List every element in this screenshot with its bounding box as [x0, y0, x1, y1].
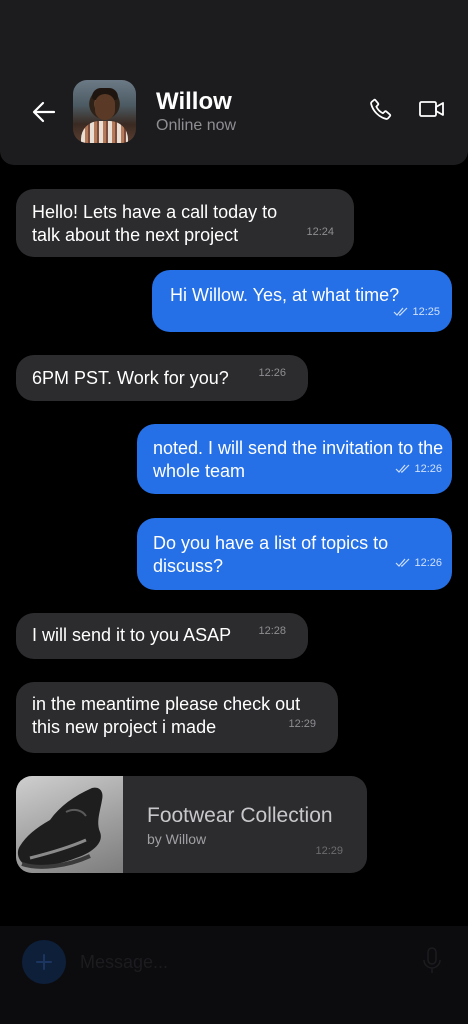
contact-status: Online now — [156, 117, 237, 134]
chat-header: Willow Online now — [0, 0, 468, 165]
card-title: Footwear Collection — [147, 804, 333, 827]
phone-icon[interactable] — [368, 96, 394, 122]
message-time: 12:24 — [306, 226, 334, 238]
double-check-icon — [394, 307, 408, 316]
message-time: 12:26 — [395, 552, 442, 575]
message-bubble-outgoing[interactable]: Hi Willow. Yes, at what time? 12:25 — [152, 270, 452, 332]
message-time: 12:26 — [258, 367, 286, 379]
message-text: 6PM PST. Work for you? — [32, 368, 229, 388]
message-time: 12:26 — [395, 458, 442, 481]
microphone-icon[interactable] — [420, 944, 444, 976]
message-bubble-incoming[interactable]: Hello! Lets have a call today to talk ab… — [16, 189, 354, 257]
message-time: 12:29 — [288, 718, 316, 730]
message-time: 12:28 — [258, 625, 286, 637]
message-bubble-outgoing[interactable]: Do you have a list of topics to discuss?… — [137, 518, 452, 590]
double-check-icon — [396, 464, 410, 473]
sneaker-image — [16, 776, 123, 873]
message-bubble-incoming[interactable]: 6PM PST. Work for you? 12:26 — [16, 355, 308, 401]
project-attachment-card[interactable]: Footwear Collection by Willow 12:29 — [16, 776, 367, 873]
message-text: Hello! Lets have a call today to talk ab… — [32, 202, 278, 245]
avatar[interactable] — [73, 80, 136, 143]
message-bubble-incoming[interactable]: I will send it to you ASAP 12:28 — [16, 613, 308, 659]
message-input[interactable] — [80, 944, 400, 980]
video-camera-icon[interactable] — [418, 98, 446, 120]
double-check-icon — [396, 558, 410, 567]
message-text: I will send it to you ASAP — [32, 625, 232, 645]
add-icon[interactable] — [22, 940, 66, 984]
message-time: 12:25 — [393, 301, 440, 324]
contact-name[interactable]: Willow — [156, 88, 232, 116]
message-time: 12:29 — [315, 845, 343, 857]
message-text: in the meantime please check out this ne… — [32, 694, 301, 737]
back-arrow-icon[interactable] — [28, 96, 60, 128]
message-bubble-outgoing[interactable]: noted. I will send the invitation to the… — [137, 424, 452, 494]
card-byline: by Willow — [147, 831, 207, 847]
message-bubble-incoming[interactable]: in the meantime please check out this ne… — [16, 682, 338, 753]
